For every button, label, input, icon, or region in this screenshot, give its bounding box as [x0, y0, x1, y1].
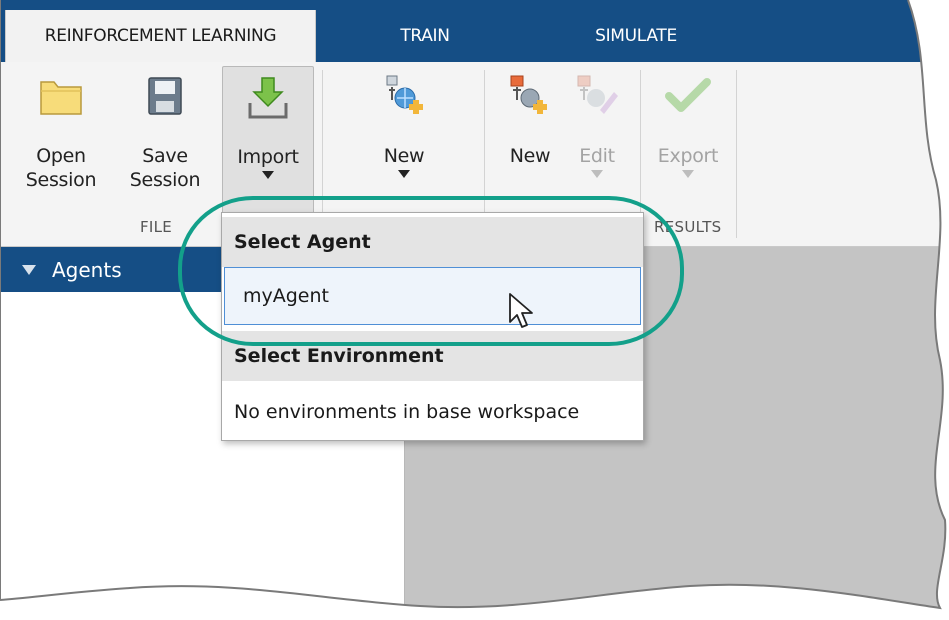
divider — [736, 70, 737, 238]
tab-reinforcement-learning[interactable]: REINFORCEMENT LEARNING — [5, 10, 316, 62]
tab-simulate[interactable]: SIMULATE — [566, 10, 706, 62]
new-agent-button[interactable]: New — [500, 66, 560, 218]
edit-agent-icon — [574, 74, 620, 118]
new-environment-label: New — [383, 145, 425, 167]
import-caret-icon — [262, 171, 274, 179]
save-icon — [143, 74, 187, 120]
edit-agent-label: Edit — [579, 145, 615, 167]
save-session-button[interactable]: Save Session — [120, 66, 210, 218]
save-session-label-1: Save — [142, 145, 188, 167]
import-label: Import — [237, 146, 299, 168]
tab-train[interactable]: TRAIN — [370, 10, 480, 62]
agents-panel-title: Agents — [52, 257, 122, 282]
menu-item-myagent[interactable]: myAgent — [224, 267, 641, 325]
folder-icon — [38, 74, 84, 118]
new-environment-icon — [381, 74, 427, 118]
app-window: REINFORCEMENT LEARNING TRAIN SIMULATE Op… — [0, 0, 949, 620]
collapse-triangle-icon[interactable] — [22, 265, 36, 275]
new-agent-label: New — [509, 145, 551, 167]
select-agent-header: Select Agent — [222, 217, 643, 267]
import-arrow-icon — [246, 75, 290, 121]
no-environments-message: No environments in base workspace — [234, 401, 580, 423]
select-environment-header: Select Environment — [222, 331, 643, 381]
edit-caret-icon — [591, 170, 603, 178]
open-session-button[interactable]: Open Session — [16, 66, 106, 218]
new-environment-caret-icon — [398, 170, 410, 178]
new-environment-button[interactable]: New — [364, 66, 444, 218]
group-label-results: RESULTS — [654, 218, 722, 236]
mouse-cursor-icon — [508, 292, 536, 332]
tab-strip: REINFORCEMENT LEARNING TRAIN SIMULATE — [0, 0, 949, 62]
checkmark-icon — [665, 74, 711, 118]
import-dropdown-menu: Select Agent myAgent Select Environment … — [221, 212, 644, 441]
open-session-label-1: Open — [36, 145, 86, 167]
edit-agent-button[interactable]: Edit — [566, 66, 628, 218]
open-session-label-2: Session — [25, 169, 97, 191]
save-session-label-2: Session — [129, 169, 201, 191]
export-button[interactable]: Export — [648, 66, 728, 218]
export-label: Export — [657, 145, 719, 167]
import-button[interactable]: Import — [222, 66, 314, 220]
new-agent-icon — [507, 74, 553, 118]
export-caret-icon — [682, 170, 694, 178]
group-label-file: FILE — [140, 218, 173, 236]
